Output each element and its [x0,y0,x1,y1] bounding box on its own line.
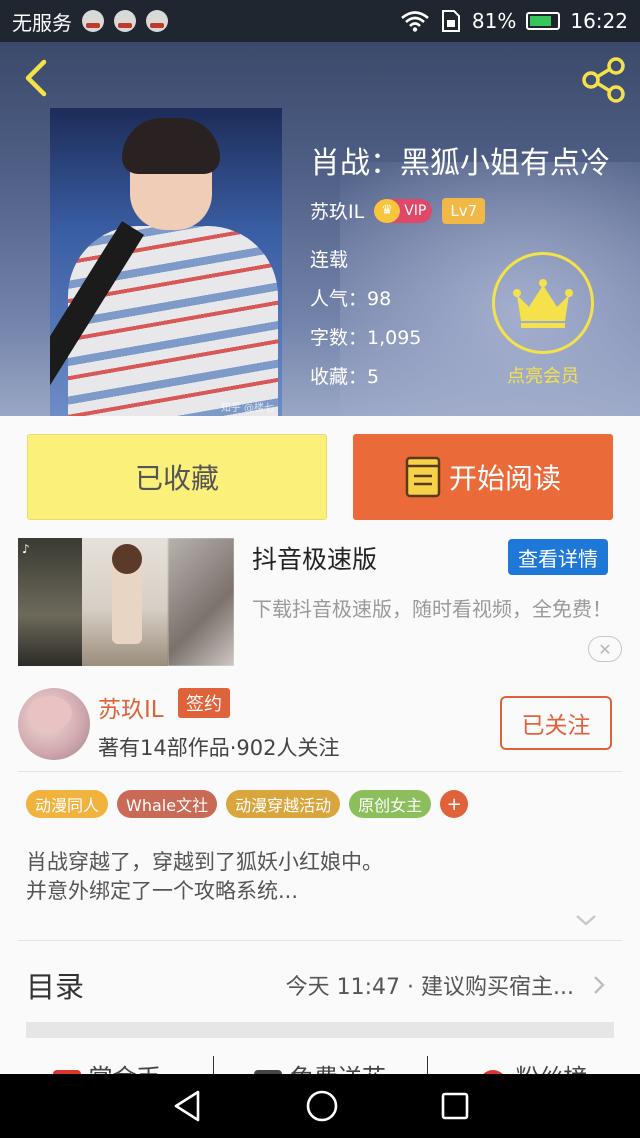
ad-description: 下载抖音极速版，随时看视频，全免费！ [252,597,612,621]
carrier-label: 无服务 [12,10,72,35]
ad-title[interactable]: 抖音极速版 [252,540,377,576]
popularity: 人气：98 [310,288,392,310]
favorite-count: 收藏：5 [310,366,380,388]
divider [18,940,622,941]
battery-icon [526,12,561,30]
reward-coins-tab[interactable]: 赏金币 [0,1040,213,1074]
book-hero: 知乎 @楼七 肖战：黑狐小姐有点冷 苏玖IL ♛ VIP Lv7 连载 人气：9… [0,42,640,416]
tag-chip[interactable]: 原创女主 [349,790,432,818]
sim-icon [441,10,460,32]
author-card-name[interactable]: 苏玖IL [98,690,164,724]
book-detail-screen: 无服务 81% 16:22 知乎 @楼七 肖战：黑狐小姐有点冷 苏玖IL ♛ V… [0,0,640,1138]
synopsis-line: 并意外绑定了一个攻略系统... [26,879,299,903]
ad-image[interactable]: ♪ [18,538,234,666]
vip-cta-label[interactable]: 点亮会员 [492,362,594,388]
fan-ranking-tab[interactable]: 粉丝榜 [426,1040,640,1074]
tab-label: 粉丝榜 [515,1058,587,1074]
chevron-right-icon [594,976,605,994]
divider [18,771,622,772]
toc-label: 目录 [26,970,85,1004]
author-stats: 著有14部作品·902人关注 [98,736,340,760]
status-bar: 无服务 81% 16:22 [0,0,640,42]
notification-icon [114,10,136,32]
recents-square-icon[interactable] [440,1091,470,1121]
home-circle-icon[interactable] [305,1089,339,1123]
free-flowers-tab[interactable]: 免费送花 [213,1040,426,1074]
ad-close-button[interactable]: ✕ [588,636,622,662]
book-icon [405,456,441,498]
vip-badge-label: VIP [404,202,427,219]
table-of-contents-row[interactable]: 目录 今天 11:47 · 建议购买宿主... [26,962,606,1008]
add-tag-button[interactable]: + [440,790,469,818]
tag-chip[interactable]: 动漫穿越活动 [226,790,341,818]
crown-icon [513,279,573,328]
share-icon[interactable] [580,56,628,104]
crown-icon: ♛ [374,198,401,223]
tab-label: 赏金币 [89,1058,161,1074]
latest-chapter: 今天 11:47 · 建议购买宿主... [285,975,574,1000]
synopsis-line: 肖战穿越了，穿越到了狐妖小红娘中。 [26,850,383,874]
word-count: 字数：1,095 [310,327,422,349]
level-badge: Lv7 [442,197,486,224]
synopsis[interactable]: 肖战穿越了，穿越到了狐妖小红娘中。 并意外绑定了一个攻略系统... [26,848,606,906]
tag-list: 动漫同人 Whale文社 动漫穿越活动 原创女主 + [26,790,469,818]
ad-detail-button[interactable]: 查看详情 [508,539,608,575]
serial-status: 连载 [310,249,349,271]
author-row: 苏玖IL ♛ VIP Lv7 [310,197,486,224]
section-separator [26,1022,614,1038]
cover-watermark: 知乎 @楼七 [220,403,274,414]
start-reading-label: 开始阅读 [448,462,561,495]
signed-badge: 签约 [178,688,230,718]
tag-chip[interactable]: Whale文社 [117,790,218,818]
wifi-icon [401,11,429,32]
clock: 16:22 [570,9,628,33]
book-cover[interactable]: 知乎 @楼七 [50,108,282,416]
favorited-button[interactable]: 已收藏 [27,434,327,520]
vip-membership-button[interactable] [492,252,594,354]
back-icon[interactable] [18,58,58,98]
author-name[interactable]: 苏玖IL [310,197,364,224]
reward-tabs: 赏金币 免费送花 粉丝榜 [0,1040,640,1074]
follow-button[interactable]: 已关注 [500,696,612,750]
tag-chip[interactable]: 动漫同人 [26,790,109,818]
chevron-down-icon[interactable] [574,912,598,928]
vip-badge: ♛ VIP [374,198,433,223]
notification-icon [146,10,168,32]
author-avatar[interactable] [18,688,90,760]
tiktok-icon: ♪ [22,542,30,556]
book-title: 肖战：黑狐小姐有点冷 [310,146,610,181]
battery-percent: 81% [471,9,517,33]
tab-label: 免费送花 [290,1058,386,1074]
favorited-label: 已收藏 [134,462,219,495]
notification-icon [82,10,104,32]
system-navigation-bar [0,1074,640,1138]
start-reading-button[interactable]: 开始阅读 [353,434,613,520]
back-triangle-icon[interactable] [170,1088,204,1124]
